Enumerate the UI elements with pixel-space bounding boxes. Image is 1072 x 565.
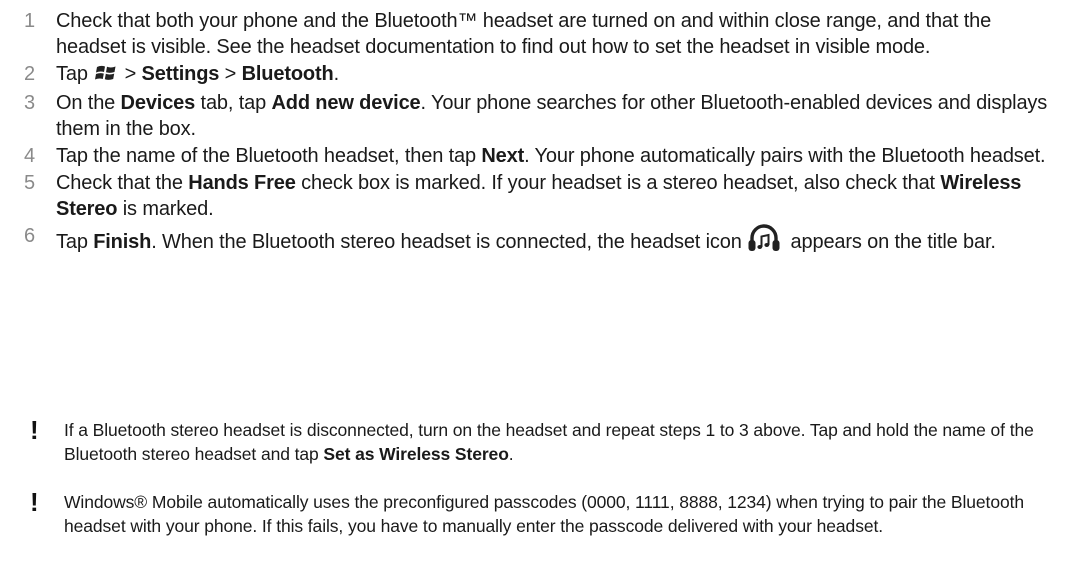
step-list: 1 Check that both your phone and the Blue… <box>24 8 1054 261</box>
step-number: 3 <box>24 92 36 114</box>
ui-term: Next <box>481 145 525 167</box>
step-number: 1 <box>24 10 36 32</box>
text-run: Tap <box>56 63 94 85</box>
ui-term: Bluetooth <box>241 63 334 85</box>
ui-term: Finish <box>93 231 152 253</box>
text-run: . <box>333 63 340 85</box>
step-item: 6 Tap Finish. When the Bluetooth stereo h… <box>24 223 1054 260</box>
ui-term: Hands Free <box>188 172 296 194</box>
text-run: . Your phone automatically pairs with th… <box>524 145 1046 167</box>
text-run: Windows® Mobile automatically uses the p… <box>64 492 1024 536</box>
note-text: If a Bluetooth stereo headset is disconn… <box>64 418 1068 466</box>
step-item: 5 Check that the Hands Free check box is … <box>24 170 1054 222</box>
text-run: > <box>219 63 242 85</box>
step-text: Tap > Settings > Bluetooth. <box>56 61 1054 89</box>
step-number: 2 <box>24 63 36 85</box>
text-run: If a Bluetooth stereo headset is disconn… <box>64 420 1034 464</box>
step-number: 4 <box>24 145 36 167</box>
text-run: is marked. <box>117 198 214 220</box>
text-run: Tap the name of the Bluetooth headset, t… <box>56 145 482 167</box>
text-run: tab, tap <box>195 92 272 114</box>
text-run: > <box>119 63 142 85</box>
step-number: 5 <box>24 172 36 194</box>
text-run: Check that both your phone and the Bluet… <box>56 10 992 58</box>
step-item: 2 Tap > Settings > Bluetooth. <box>24 61 1054 89</box>
step-text: On the Devices tab, tap Add new device. … <box>56 90 1054 142</box>
note-2: ! Windows® Mobile automatically uses the… <box>24 487 1068 538</box>
text-run: On the <box>56 92 121 114</box>
text-run: Tap <box>56 231 94 253</box>
step-item: 4 Tap the name of the Bluetooth headset, … <box>24 143 1054 169</box>
text-run: . When the Bluetooth stereo headset is c… <box>151 231 748 253</box>
step-item: 1 Check that both your phone and the Blue… <box>24 8 1054 60</box>
document-page: 1 Check that both your phone and the Blue… <box>0 0 1072 565</box>
exclamation-icon: ! <box>30 487 39 517</box>
text-run: . <box>508 444 514 464</box>
text-run: appears on the title bar. <box>785 231 996 253</box>
step-number: 6 <box>24 225 36 247</box>
headset-icon <box>747 223 781 260</box>
step-text: Check that the Hands Free check box is m… <box>56 170 1054 222</box>
step-text: Tap the name of the Bluetooth headset, t… <box>56 143 1054 169</box>
ui-term: Devices <box>120 92 196 114</box>
text-run: check box is marked. If your headset is … <box>295 172 941 194</box>
step-item: 3 On the Devices tab, tap Add new device.… <box>24 90 1054 142</box>
ui-term: Set as Wireless Stereo <box>323 444 509 464</box>
text-run: Check that the <box>56 172 189 194</box>
note-text: Windows® Mobile automatically uses the p… <box>64 490 1068 538</box>
ui-term: Settings <box>141 63 220 85</box>
note-1: ! If a Bluetooth stereo headset is disco… <box>24 415 1068 466</box>
step-text: Tap Finish. When the Bluetooth stereo he… <box>56 223 1054 260</box>
ui-term: Add new device <box>271 92 421 114</box>
step-text: Check that both your phone and the Bluet… <box>56 8 1054 60</box>
windows-start-icon <box>95 63 117 89</box>
exclamation-icon: ! <box>30 415 39 445</box>
